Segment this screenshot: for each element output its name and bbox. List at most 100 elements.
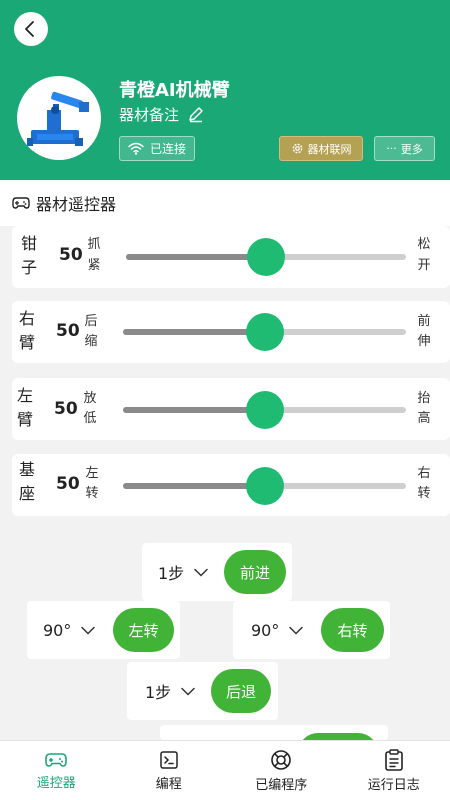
forward-step-value: 1步 (158, 564, 185, 583)
device-note[interactable]: 器材备注 (119, 104, 204, 125)
forward-button[interactable]: 前进 (224, 550, 286, 594)
chevron-down-icon (181, 687, 195, 696)
base-slider[interactable] (123, 467, 406, 505)
base-label-2: 座 (18, 484, 35, 503)
chevron-down-icon (289, 626, 304, 635)
remote-section-title: 器材遥控器 (0, 180, 450, 226)
right-turn-angle-select[interactable]: 90° (251, 601, 304, 659)
right-arm-max-1: 前 (417, 314, 431, 329)
gripper-slider[interactable] (126, 238, 406, 276)
gripper-max-2: 开 (417, 258, 431, 273)
nav-tab-saved-programs[interactable]: 已编程序 (225, 741, 338, 800)
edit-icon[interactable] (187, 106, 204, 123)
slider-row-right-arm: 右 臂 50 后 缩 前 伸 (12, 301, 450, 363)
right-arm-slider-fill (123, 329, 265, 335)
gripper-slider-fill (126, 254, 266, 260)
nav-tab-programming[interactable]: 编程 (113, 741, 226, 800)
gripper-value: 50 (59, 245, 83, 265)
left-arm-min-1: 放 (83, 391, 97, 406)
right-turn-angle-value: 90° (251, 620, 280, 640)
device-iot-label: 器材联网 (307, 142, 352, 156)
chevron-left-icon (25, 21, 34, 37)
right-arm-label-1: 右 (18, 309, 35, 328)
backward-step-select[interactable]: 1步 (145, 662, 195, 720)
slider-row-base: 基 座 50 左 转 右 转 (12, 454, 450, 516)
terminal-icon (160, 750, 178, 769)
forward-step-select[interactable]: 1步 (158, 543, 208, 601)
nav-tab-remote[interactable]: 遥控器 (0, 741, 113, 800)
left-arm-slider-fill (123, 407, 265, 413)
extra-control-card (160, 725, 388, 740)
nav-tab-run-log[interactable]: 运行日志 (338, 741, 450, 800)
gripper-max-1: 松 (417, 237, 431, 252)
right-arm-slider-thumb[interactable] (245, 313, 284, 351)
gripper-slider-thumb[interactable] (247, 238, 285, 276)
base-value: 50 (56, 474, 80, 494)
left-arm-min-2: 低 (83, 411, 97, 426)
left-turn-angle-value: 90° (43, 620, 72, 640)
chevron-down-icon (81, 626, 96, 635)
base-label-1: 基 (18, 460, 35, 479)
left-arm-label-1: 左 (16, 386, 33, 405)
connection-status-badge: 已连接 (119, 136, 195, 161)
left-arm-label-2: 臂 (16, 410, 33, 429)
gripper-min-2: 紧 (87, 258, 101, 273)
left-turn-button[interactable]: 左转 (113, 608, 174, 652)
nav-tab-run-log-label: 运行日志 (367, 777, 420, 793)
base-slider-thumb[interactable] (245, 467, 284, 505)
nav-tab-remote-label: 遥控器 (36, 775, 76, 791)
device-title: 青橙AI机械臂 (119, 80, 230, 101)
lifebuoy-icon (271, 749, 292, 770)
nav-tab-programming-label: 编程 (155, 776, 182, 792)
right-arm-min-1: 后 (84, 314, 98, 329)
connection-status-text: 已连接 (149, 142, 186, 156)
more-button[interactable]: ··· 更多 (374, 136, 435, 161)
left-arm-max-2: 高 (417, 411, 431, 426)
left-arm-value: 50 (54, 399, 78, 419)
chevron-down-icon (194, 568, 208, 577)
bottom-navigation: 遥控器 编程 已编程序 运行日志 (0, 740, 450, 800)
nav-tab-saved-programs-label: 已编程序 (255, 777, 308, 793)
back-button[interactable] (14, 12, 48, 46)
slider-row-left-arm: 左 臂 50 放 低 抬 高 (12, 378, 450, 440)
left-arm-slider[interactable] (123, 391, 406, 429)
base-min-1: 左 (85, 466, 99, 481)
right-arm-max-2: 伸 (417, 334, 431, 349)
gripper-label-2: 子 (20, 258, 37, 277)
base-slider-fill (123, 483, 265, 489)
gripper-min-1: 抓 (87, 237, 101, 252)
remote-section-label: 器材遥控器 (36, 195, 117, 214)
device-note-label: 器材备注 (119, 106, 180, 124)
gripper-label-1: 钳 (20, 234, 37, 253)
right-arm-slider[interactable] (123, 313, 406, 351)
more-dots-icon: ··· (386, 142, 397, 155)
left-turn-control: 90° 左转 (27, 601, 180, 659)
left-arm-max-1: 抬 (417, 391, 431, 406)
left-arm-slider-thumb[interactable] (245, 391, 284, 429)
wifi-icon (128, 142, 144, 155)
device-header: 青橙AI机械臂 器材备注 已连接 器材联网 ··· 更多 (0, 0, 450, 180)
slider-row-gripper: 钳 子 50 抓 紧 松 开 (12, 226, 450, 288)
right-arm-min-2: 缩 (84, 334, 98, 349)
device-iot-button[interactable]: 器材联网 (279, 136, 363, 161)
right-turn-button[interactable]: 右转 (321, 608, 384, 652)
gamepad-icon (12, 197, 30, 209)
robot-arm-image (27, 91, 89, 146)
base-max-1: 右 (417, 466, 431, 481)
right-turn-control: 90° 右转 (233, 601, 390, 659)
device-avatar (17, 76, 101, 160)
right-arm-value: 50 (56, 321, 80, 341)
backward-control: 1步 后退 (127, 662, 278, 720)
more-label: 更多 (400, 142, 423, 156)
base-max-2: 转 (417, 486, 431, 501)
extra-action-button[interactable] (298, 733, 378, 740)
gamepad-icon (45, 752, 68, 767)
base-min-2: 转 (85, 486, 99, 501)
clipboard-icon (384, 748, 403, 771)
forward-control: 1步 前进 (142, 543, 292, 601)
right-arm-label-2: 臂 (18, 333, 35, 352)
backward-step-value: 1步 (145, 683, 172, 702)
left-turn-angle-select[interactable]: 90° (43, 601, 96, 659)
gear-icon (292, 143, 302, 154)
backward-button[interactable]: 后退 (211, 669, 271, 713)
